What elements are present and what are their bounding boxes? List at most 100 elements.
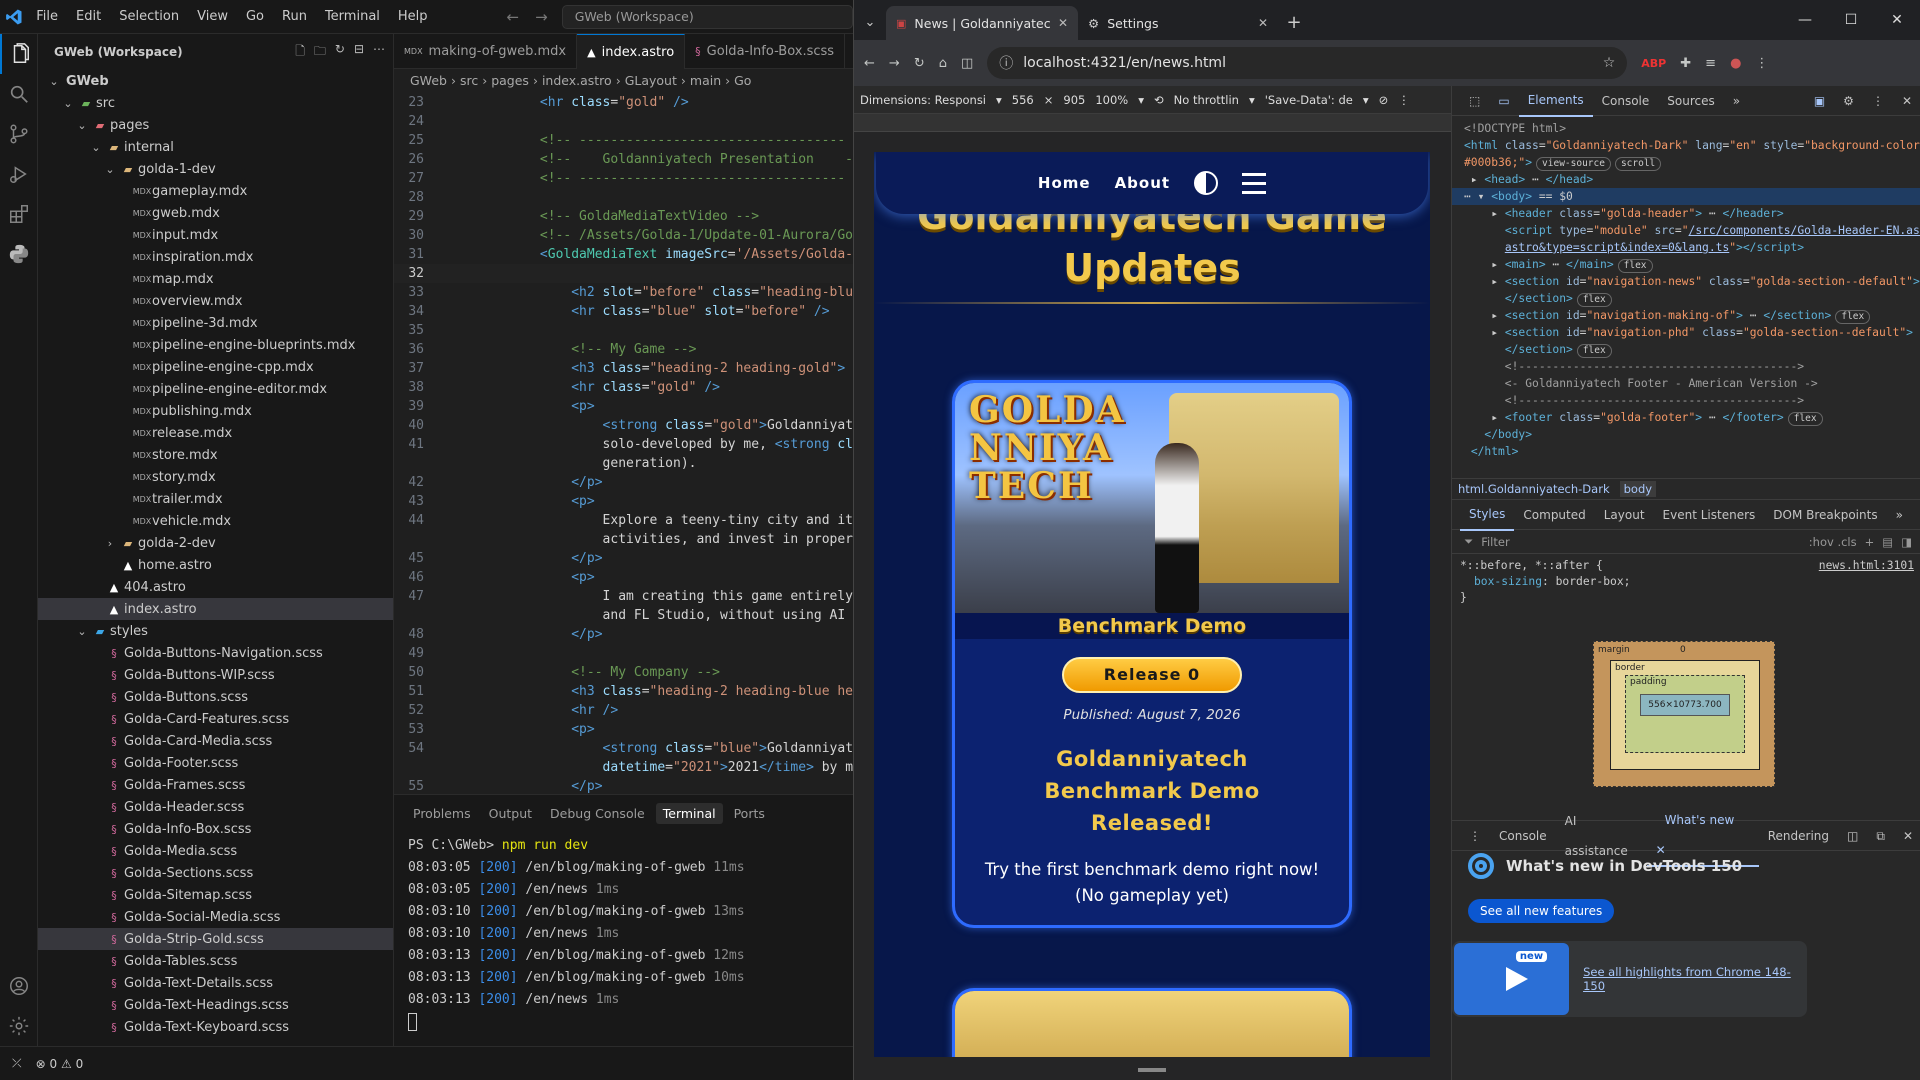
- dom-comment-1[interactable]: <!--------------------------------------…: [1464, 358, 1920, 375]
- dom-section-news[interactable]: ▸ <section id="navigation-news" class="g…: [1464, 273, 1920, 290]
- problems-status[interactable]: ⊗ 0 ⚠ 0: [36, 1057, 84, 1071]
- dom-tree[interactable]: <!DOCTYPE html> <html class="Goldanniyat…: [1452, 116, 1920, 460]
- tab-styles[interactable]: Styles: [1460, 499, 1515, 531]
- editor-tab[interactable]: § Golda-Info-Box.scss: [685, 34, 846, 69]
- width-input[interactable]: 556: [1012, 93, 1034, 107]
- device-toggle-icon[interactable]: ▭: [1489, 86, 1518, 116]
- chrome-menu-icon[interactable]: ⋮: [1755, 56, 1768, 71]
- tree-item[interactable]: ⌄ GWeb: [38, 70, 393, 92]
- python-icon[interactable]: [0, 234, 38, 274]
- no-sensor-icon[interactable]: ⊘: [1379, 93, 1389, 107]
- drawer-menu-icon[interactable]: ⋮: [1460, 821, 1490, 851]
- search-icon[interactable]: [0, 74, 38, 114]
- tree-item[interactable]: § Golda-Sitemap.scss: [38, 884, 393, 906]
- tree-item[interactable]: MDX inspiration.mdx: [38, 246, 393, 268]
- tree-item[interactable]: MDX pipeline-engine-cpp.mdx: [38, 356, 393, 378]
- tree-item[interactable]: ▲ index.astro: [38, 598, 393, 620]
- dom-header[interactable]: ▸ <header class="golda-header"> ⋯ </head…: [1464, 205, 1920, 222]
- tab-console[interactable]: Console: [1593, 86, 1659, 116]
- extensions-icon[interactable]: [0, 194, 38, 234]
- close-tab-icon[interactable]: ✕: [1058, 16, 1068, 30]
- see-all-features-button[interactable]: See all new features: [1468, 899, 1615, 923]
- css-rule[interactable]: *::before, *::after {news.html:3101 box-…: [1452, 554, 1920, 610]
- split-view-icon[interactable]: ◫: [961, 56, 973, 71]
- tab-news[interactable]: ▣ News | Goldanniyatech | Yoann ✕: [886, 6, 1078, 40]
- bookmark-star-icon[interactable]: ☆: [1603, 55, 1616, 71]
- dom-html-close[interactable]: </html>: [1464, 443, 1920, 460]
- dom-head[interactable]: ▸ <head> ⋯ </head>: [1464, 171, 1920, 188]
- dom-body-selected[interactable]: ⋯ ▾ <body> == $0: [1452, 188, 1920, 205]
- more-actions-icon[interactable]: ⋯: [373, 42, 385, 63]
- forward-arrow-icon[interactable]: →: [535, 8, 548, 26]
- issues-icon[interactable]: ▣: [1805, 86, 1834, 116]
- highlights-link[interactable]: See all highlights from Chrome 148-150: [1583, 965, 1807, 993]
- site-info-icon[interactable]: ⓘ: [999, 53, 1013, 73]
- tree-item[interactable]: § Golda-Strip-Gold.scss: [38, 928, 393, 950]
- dom-main[interactable]: ▸ <main> ⋯ </main> flex: [1464, 256, 1920, 273]
- crumb-html[interactable]: html.Goldanniyatech-Dark: [1458, 482, 1610, 496]
- panel-tab-debug-console[interactable]: Debug Console: [543, 803, 652, 824]
- tree-item[interactable]: § Golda-Info-Box.scss: [38, 818, 393, 840]
- panel-tab-ports[interactable]: Ports: [727, 803, 772, 824]
- tree-item[interactable]: ⌄ ▰ src: [38, 92, 393, 114]
- dom-comment-3[interactable]: <!--------------------------------------…: [1464, 392, 1920, 409]
- hamburger-menu-icon[interactable]: [1242, 172, 1267, 194]
- adblock-icon[interactable]: ABP: [1641, 57, 1666, 70]
- tree-item[interactable]: § Golda-Text-Keyboard.scss: [38, 1016, 393, 1038]
- address-bar[interactable]: ⓘ localhost:4321/en/news.html ☆: [987, 47, 1628, 79]
- tab-computed[interactable]: Computed: [1514, 500, 1594, 530]
- rotate-icon[interactable]: ⟲: [1154, 93, 1164, 107]
- menu-go[interactable]: Go: [237, 0, 273, 34]
- panel-tab-terminal[interactable]: Terminal: [655, 802, 723, 824]
- device-more-icon[interactable]: ⋮: [1398, 93, 1410, 107]
- tree-item[interactable]: MDX pipeline-engine-blueprints.mdx: [38, 334, 393, 356]
- explorer-icon[interactable]: [0, 34, 38, 74]
- zoom-select[interactable]: 100%: [1095, 93, 1128, 107]
- highlights-video-thumb[interactable]: new: [1454, 943, 1570, 1015]
- new-folder-icon[interactable]: 🗀: [314, 42, 326, 63]
- close-window-icon[interactable]: ✕: [1874, 12, 1920, 28]
- tree-item[interactable]: MDX gameplay.mdx: [38, 180, 393, 202]
- tree-item[interactable]: MDX pipeline-3d.mdx: [38, 312, 393, 334]
- new-file-icon[interactable]: 🗋: [295, 42, 305, 63]
- tab-dom-breakpoints[interactable]: DOM Breakpoints: [1764, 500, 1886, 530]
- account-icon[interactable]: [0, 966, 38, 1006]
- inspect-element-icon[interactable]: ⬚: [1460, 86, 1489, 116]
- tab-sources[interactable]: Sources: [1658, 86, 1723, 116]
- dom-body-close[interactable]: </body>: [1464, 426, 1920, 443]
- drawer-tab-console[interactable]: Console: [1490, 821, 1556, 851]
- reload-icon[interactable]: ↻: [914, 56, 925, 71]
- tab-settings[interactable]: ⚙ Settings ✕: [1078, 6, 1278, 40]
- tree-item[interactable]: ⌄ ▰ pages: [38, 114, 393, 136]
- tree-item[interactable]: MDX story.mdx: [38, 466, 393, 488]
- tab-search-chevron-icon[interactable]: ⌄: [854, 6, 886, 40]
- close-tab-icon[interactable]: ✕: [1258, 16, 1268, 30]
- release-button[interactable]: Release 0: [1062, 657, 1242, 693]
- news-card-2[interactable]: [952, 988, 1352, 1057]
- tree-item[interactable]: MDX pipeline-engine-editor.mdx: [38, 378, 393, 400]
- tree-item[interactable]: MDX store.mdx: [38, 444, 393, 466]
- maximize-icon[interactable]: ☐: [1828, 12, 1874, 28]
- viewport-resize-handle[interactable]: [1138, 1068, 1166, 1072]
- new-tab-plus-icon[interactable]: +: [1278, 6, 1310, 40]
- tree-item[interactable]: § Golda-Buttons-Navigation.scss: [38, 642, 393, 664]
- editor-tab[interactable]: MDXre: [845, 34, 853, 69]
- add-rule-icon[interactable]: +: [1865, 535, 1875, 549]
- nav-home-link[interactable]: Home: [1038, 174, 1091, 192]
- breadcrumb-item[interactable]: Go: [734, 73, 751, 88]
- website-viewport[interactable]: Home About Goldanniyatech Game Updates G…: [874, 152, 1430, 1057]
- tree-item[interactable]: § Golda-Buttons-WIP.scss: [38, 664, 393, 686]
- undock-icon[interactable]: ⧉: [1867, 821, 1894, 851]
- toggle-sidebar-icon[interactable]: ◨: [1901, 535, 1912, 549]
- tree-item[interactable]: MDX publishing.mdx: [38, 400, 393, 422]
- rule-source-link[interactable]: news.html:3101: [1819, 558, 1914, 574]
- devtools-more-icon[interactable]: ⋮: [1863, 86, 1893, 116]
- throttling-select[interactable]: No throttlin: [1174, 93, 1239, 107]
- dom-comment-2[interactable]: <- Goldanniyatech Footer - American Vers…: [1464, 375, 1920, 392]
- menu-run[interactable]: Run: [273, 0, 316, 34]
- close-devtools-icon[interactable]: ✕: [1893, 86, 1920, 116]
- menu-help[interactable]: Help: [389, 0, 437, 34]
- breadcrumb-item[interactable]: main: [690, 73, 721, 88]
- forward-icon[interactable]: →: [889, 56, 900, 71]
- tree-item[interactable]: § Golda-Buttons.scss: [38, 686, 393, 708]
